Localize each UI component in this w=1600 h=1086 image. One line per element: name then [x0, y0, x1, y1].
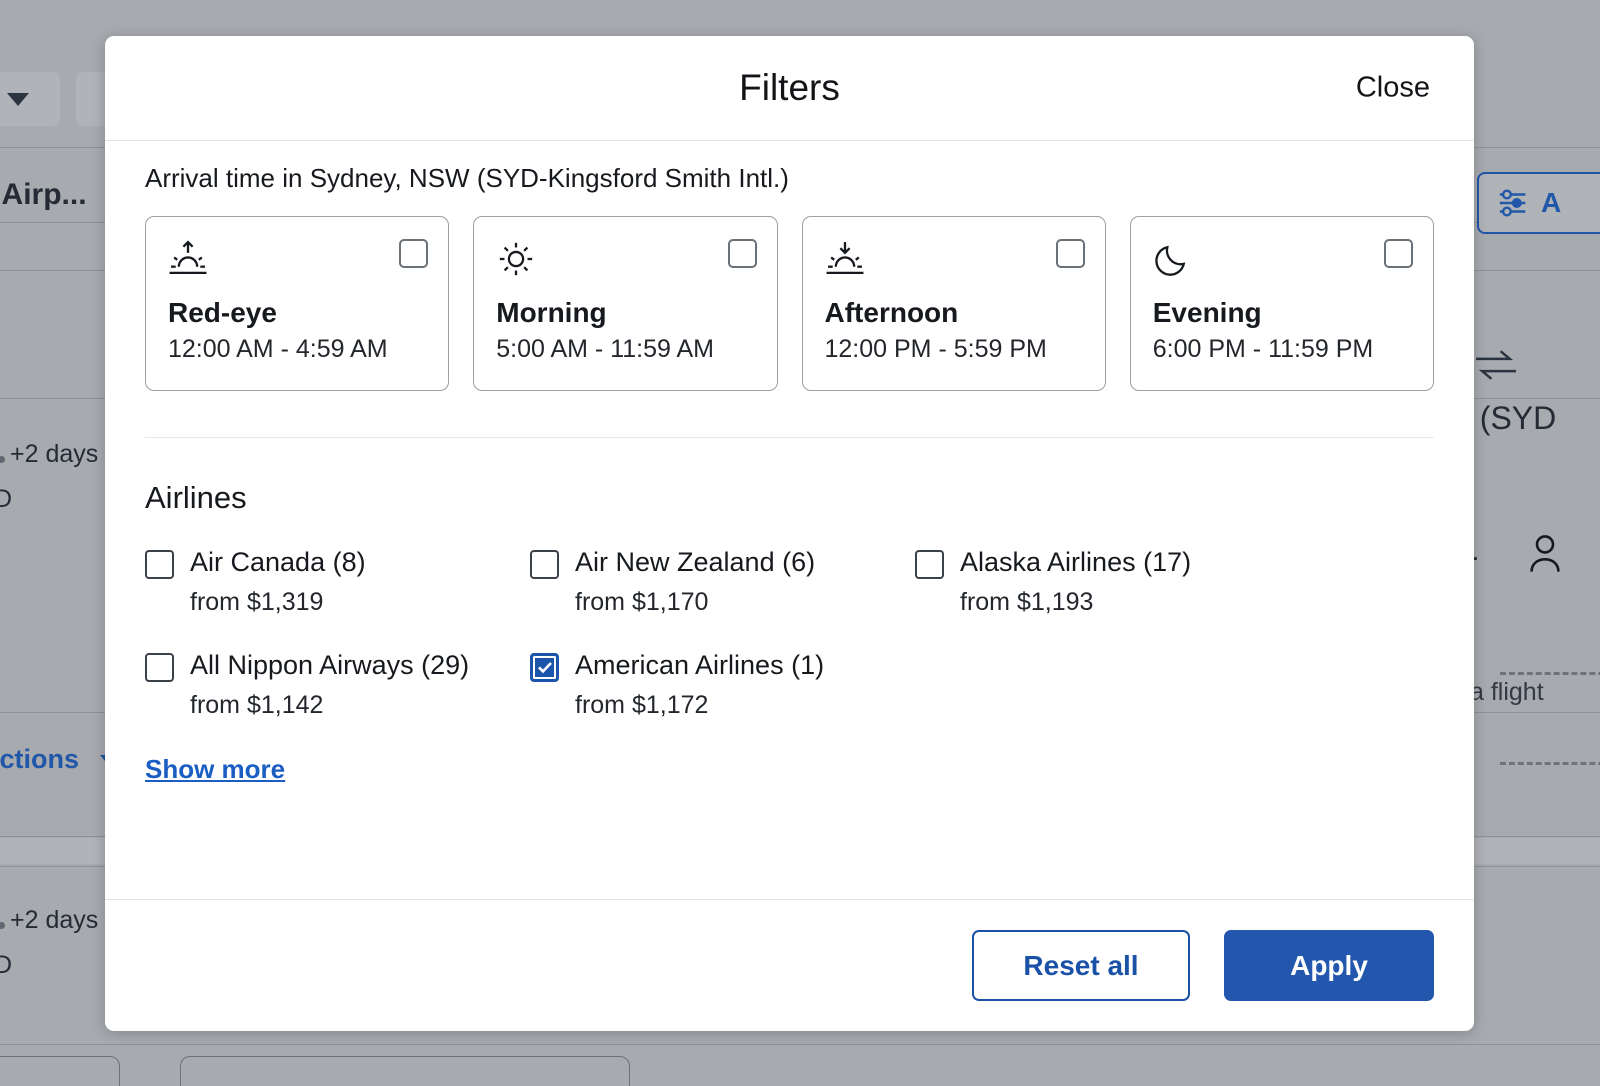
- background-add-flight-label: a flight: [1470, 678, 1544, 707]
- filters-modal: Filters Close Arrival time in Sydney, NS…: [105, 36, 1474, 1031]
- airline-checkbox[interactable]: [530, 550, 559, 579]
- airlines-list: Air Canada (8) from $1,319 Air New Zeala…: [145, 546, 1434, 720]
- background-destination-label: / (SYD: [1462, 400, 1556, 437]
- background-dashed-separator: [1500, 762, 1600, 765]
- modal-footer: Reset all Apply: [105, 899, 1474, 1031]
- sunset-icon: [825, 239, 865, 279]
- apply-button[interactable]: Apply: [1224, 930, 1434, 1001]
- airline-name: Alaska Airlines (17): [960, 546, 1191, 580]
- airlines-heading: Airlines: [145, 480, 1434, 516]
- time-card-checkbox-morning[interactable]: [728, 239, 757, 268]
- background-origin-label: l Airp...: [0, 178, 87, 212]
- background-divider: [0, 1044, 1600, 1045]
- airline-item-alaska-airlines: Alaska Airlines (17) from $1,193: [915, 546, 1300, 617]
- reset-all-button[interactable]: Reset all: [972, 930, 1190, 1001]
- airline-name: Air New Zealand (6): [575, 546, 815, 580]
- bullet-dot: [0, 456, 5, 463]
- section-divider: [145, 437, 1434, 438]
- modal-body: Arrival time in Sydney, NSW (SYD-Kingsfo…: [105, 141, 1474, 899]
- swap-arrows-icon: [1473, 348, 1519, 382]
- time-card-label: Red-eye: [168, 297, 426, 329]
- background-trip-type-chip[interactable]: y: [0, 72, 60, 126]
- background-all-filters-button[interactable]: A: [1477, 172, 1600, 234]
- close-button[interactable]: Close: [1350, 68, 1436, 109]
- airline-item-american-airlines: American Airlines (1) from $1,172: [530, 649, 915, 720]
- show-more-link[interactable]: Show more: [145, 754, 285, 785]
- time-card-range: 12:00 AM - 4:59 AM: [168, 335, 426, 364]
- bullet-dot: [0, 922, 5, 929]
- background-all-filters-label: A: [1541, 187, 1561, 219]
- time-card-label: Evening: [1153, 297, 1411, 329]
- airline-checkbox-row[interactable]: American Airlines (1): [530, 649, 915, 683]
- time-card-checkbox-afternoon[interactable]: [1056, 239, 1085, 268]
- time-card-red-eye[interactable]: Red-eye 12:00 AM - 4:59 AM: [145, 216, 449, 391]
- background-plus-days-1: +2 days: [10, 440, 98, 469]
- airline-name: American Airlines (1): [575, 649, 824, 683]
- person-icon: [1527, 533, 1563, 573]
- time-card-afternoon[interactable]: Afternoon 12:00 PM - 5:59 PM: [802, 216, 1106, 391]
- airline-item-air-new-zealand: Air New Zealand (6) from $1,170: [530, 546, 915, 617]
- airline-checkbox-row[interactable]: All Nippon Airways (29): [145, 649, 530, 683]
- time-card-checkbox-red-eye[interactable]: [399, 239, 428, 268]
- modal-header: Filters Close: [105, 36, 1474, 141]
- airline-item-all-nippon-airways: All Nippon Airways (29) from $1,142: [145, 649, 530, 720]
- airline-price: from $1,319: [190, 588, 530, 617]
- sliders-icon: [1497, 186, 1531, 220]
- sunrise-icon: [168, 239, 208, 279]
- airline-item-air-canada: Air Canada (8) from $1,319: [145, 546, 530, 617]
- airline-checkbox[interactable]: [530, 653, 559, 682]
- time-card-label: Afternoon: [825, 297, 1083, 329]
- time-card-label: Morning: [496, 297, 754, 329]
- airline-price: from $1,172: [575, 691, 915, 720]
- time-card-evening[interactable]: Evening 6:00 PM - 11:59 PM: [1130, 216, 1434, 391]
- chevron-down-icon: [7, 93, 29, 106]
- background-plus-days-2: +2 days: [10, 906, 98, 935]
- background-dashed-separator: [1500, 672, 1600, 675]
- time-card-range: 6:00 PM - 11:59 PM: [1153, 335, 1411, 364]
- sun-icon: [496, 239, 536, 279]
- airline-checkbox-row[interactable]: Air New Zealand (6): [530, 546, 915, 580]
- background-bottom-card: [0, 1056, 120, 1086]
- page-title: Filters: [739, 67, 840, 109]
- background-bottom-card: [180, 1056, 630, 1086]
- background-day-code-1: D: [0, 485, 12, 514]
- background-day-code-2: D: [0, 951, 12, 980]
- time-card-range: 5:00 AM - 11:59 AM: [496, 335, 754, 364]
- airline-checkbox[interactable]: [145, 653, 174, 682]
- airline-checkbox-row[interactable]: Air Canada (8): [145, 546, 530, 580]
- airline-price: from $1,142: [190, 691, 530, 720]
- airline-checkbox-row[interactable]: Alaska Airlines (17): [915, 546, 1300, 580]
- time-card-range: 12:00 PM - 5:59 PM: [825, 335, 1083, 364]
- airline-checkbox[interactable]: [145, 550, 174, 579]
- airline-checkbox[interactable]: [915, 550, 944, 579]
- time-card-morning[interactable]: Morning 5:00 AM - 11:59 AM: [473, 216, 777, 391]
- background-restrictions-link[interactable]: ictions: [0, 744, 79, 775]
- arrival-time-label: Arrival time in Sydney, NSW (SYD-Kingsfo…: [145, 163, 1434, 194]
- moon-icon: [1153, 239, 1193, 279]
- airline-name: Air Canada (8): [190, 546, 366, 580]
- arrival-time-cards: Red-eye 12:00 AM - 4:59 AM Morning: [145, 216, 1434, 391]
- check-icon: [535, 657, 555, 677]
- airline-price: from $1,193: [960, 588, 1300, 617]
- airline-name: All Nippon Airways (29): [190, 649, 469, 683]
- time-card-checkbox-evening[interactable]: [1384, 239, 1413, 268]
- airline-price: from $1,170: [575, 588, 915, 617]
